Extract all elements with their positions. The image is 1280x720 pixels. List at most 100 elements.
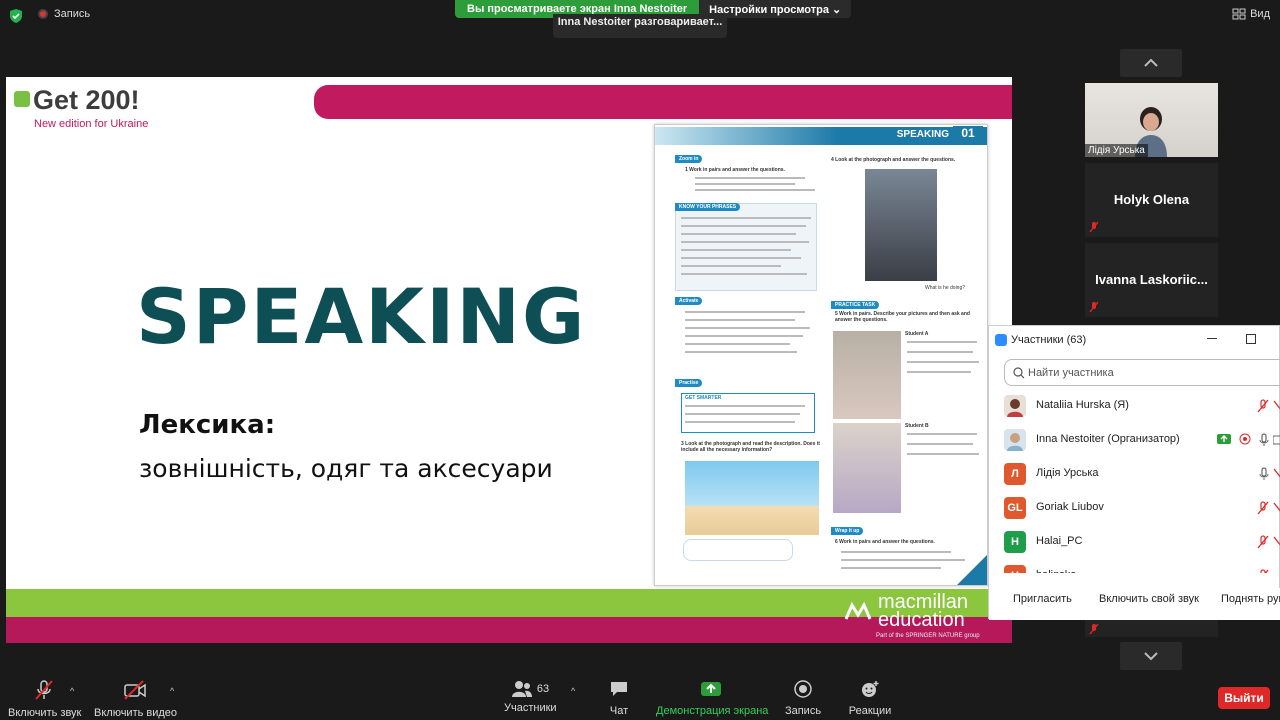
participant-name: Лідія Урська bbox=[1036, 467, 1099, 479]
mic-muted-icon bbox=[1089, 301, 1099, 313]
page-text-line bbox=[685, 319, 795, 321]
page-text-line bbox=[681, 249, 791, 251]
slide-title: SPEAKING bbox=[136, 272, 587, 361]
participant-name: Halai_PC bbox=[1036, 535, 1083, 547]
record-button[interactable]: Запись bbox=[784, 680, 822, 717]
participant-name: halinska bbox=[1036, 569, 1076, 573]
top-bar: Запись Вы просматриваете экран Inna Nest… bbox=[0, 0, 1280, 38]
recording-indicator[interactable]: Запись bbox=[38, 8, 90, 20]
mic-muted-icon[interactable] bbox=[1257, 569, 1269, 573]
reactions-button[interactable]: Реакции bbox=[848, 680, 892, 717]
invite-button[interactable]: Пригласить bbox=[1013, 593, 1072, 605]
participants-button[interactable]: 63 Участники bbox=[504, 680, 557, 714]
mic-icon[interactable] bbox=[1259, 467, 1269, 481]
page-text-line bbox=[907, 361, 979, 363]
page-text-line bbox=[681, 217, 811, 219]
logo-subtitle: New edition for Ukraine bbox=[34, 118, 149, 130]
minimize-button[interactable] bbox=[1207, 338, 1217, 339]
avatar: H bbox=[1004, 565, 1026, 573]
video-tile-partial[interactable] bbox=[1085, 619, 1218, 637]
video-tile-camera[interactable]: Лідія Урська bbox=[1085, 83, 1218, 157]
mic-muted-icon bbox=[1089, 623, 1099, 635]
chat-button[interactable]: Чат bbox=[604, 680, 634, 717]
zoom-window: Запись Вы просматриваете экран Inna Nest… bbox=[0, 0, 1280, 720]
participant-name: Goriak Liubov bbox=[1036, 501, 1104, 513]
mic-icon[interactable] bbox=[1259, 433, 1269, 447]
tile-name-label: Лідія Урська bbox=[1085, 144, 1148, 157]
zoom-logo-icon bbox=[995, 334, 1007, 346]
record-label: Запись bbox=[784, 705, 822, 717]
grid-view-icon bbox=[1232, 8, 1246, 20]
video-options-caret-icon[interactable]: ^ bbox=[170, 686, 174, 696]
chevron-down-icon: ⌄ bbox=[832, 4, 842, 16]
participant-row[interactable]: Inna Nestoiter (Организатор) bbox=[989, 423, 1280, 457]
participants-count: 63 bbox=[536, 683, 550, 695]
video-off-icon[interactable] bbox=[1273, 535, 1280, 549]
chevron-up-icon bbox=[1144, 58, 1158, 67]
page-corner bbox=[957, 555, 987, 585]
raise-hand-button[interactable]: Поднять руку bbox=[1221, 593, 1280, 605]
video-off-icon[interactable] bbox=[1273, 467, 1280, 481]
scroll-up-button[interactable] bbox=[1120, 49, 1182, 77]
participant-row[interactable]: Л Лідія Урська bbox=[989, 457, 1280, 491]
participant-row[interactable]: Nataliia Hurska (Я) bbox=[989, 389, 1280, 423]
record-icon bbox=[794, 680, 812, 698]
mic-muted-icon[interactable] bbox=[1257, 501, 1269, 515]
logo-title: Get 200! bbox=[33, 85, 140, 115]
student-b-label: Student B bbox=[905, 423, 929, 429]
participant-row[interactable]: H Halai_PC bbox=[989, 525, 1280, 559]
chat-icon bbox=[611, 682, 627, 696]
leave-button[interactable]: Выйти bbox=[1218, 687, 1270, 709]
macmillan-logo: macmillan education bbox=[844, 592, 968, 630]
share-screen-button[interactable]: Демонстрация экрана bbox=[656, 680, 769, 717]
avatar bbox=[1004, 429, 1026, 451]
page-task: 3 Look at the photograph and read the de… bbox=[681, 441, 820, 453]
participant-name: Inna Nestoiter (Организатор) bbox=[1036, 433, 1180, 445]
record-dot-icon bbox=[38, 9, 48, 19]
view-label: Вид bbox=[1250, 8, 1270, 20]
page-text-line bbox=[685, 327, 810, 329]
video-off-icon[interactable] bbox=[1273, 501, 1280, 515]
participant-row[interactable]: GL Goriak Liubov bbox=[989, 491, 1280, 525]
avatar bbox=[1004, 395, 1026, 417]
start-video-button[interactable]: Включить видео bbox=[94, 680, 177, 719]
page-text-line bbox=[685, 413, 800, 415]
page-section: Wrap it up bbox=[831, 527, 864, 535]
maximize-button[interactable] bbox=[1246, 334, 1256, 344]
mic-muted-icon[interactable] bbox=[1257, 535, 1269, 549]
participants-caret-icon[interactable]: ^ bbox=[571, 686, 575, 696]
page-number: 01 bbox=[953, 126, 983, 144]
avatar: H bbox=[1004, 531, 1026, 553]
video-icon[interactable] bbox=[1273, 433, 1280, 447]
student-a-label: Student A bbox=[905, 331, 929, 337]
man-photo bbox=[865, 169, 937, 281]
page-task: 1 Work in pairs and answer the questions… bbox=[685, 167, 785, 173]
participants-icon bbox=[511, 681, 532, 697]
page-header-title: SPEAKING bbox=[896, 129, 949, 140]
page-text-line bbox=[685, 421, 795, 423]
share-screen-label: Демонстрация экрана bbox=[656, 705, 769, 717]
speech-bubble bbox=[683, 539, 793, 561]
audio-options-caret-icon[interactable]: ^ bbox=[70, 686, 74, 696]
security-shield-icon[interactable] bbox=[8, 8, 24, 24]
page-text-line bbox=[681, 241, 809, 243]
logo-square bbox=[14, 91, 30, 107]
participant-row[interactable]: H halinska bbox=[989, 559, 1280, 573]
chat-label: Чат bbox=[609, 705, 629, 717]
participant-search-input[interactable]: Найти участника bbox=[1004, 359, 1280, 386]
mic-muted-icon[interactable] bbox=[1257, 399, 1269, 413]
video-off-icon[interactable] bbox=[1273, 399, 1280, 413]
page-text-line bbox=[907, 371, 971, 373]
recording-icon bbox=[1239, 433, 1251, 445]
view-button[interactable]: Вид bbox=[1232, 8, 1270, 20]
video-tile-name[interactable]: Ivanna Laskoriic... bbox=[1085, 243, 1218, 317]
video-tile-name[interactable]: Holyk Olena bbox=[1085, 163, 1218, 237]
scroll-down-button[interactable] bbox=[1120, 642, 1182, 670]
view-options-label: Настройки просмотра bbox=[709, 4, 829, 16]
page-text-line bbox=[907, 341, 977, 343]
page-text-line bbox=[695, 183, 795, 185]
page-section: KNOW YOUR PHRASES bbox=[675, 203, 741, 211]
page-note: What is he doing? bbox=[925, 285, 966, 291]
unmute-me-button[interactable]: Включить свой звук bbox=[1099, 593, 1199, 605]
page-text-line bbox=[685, 335, 803, 337]
